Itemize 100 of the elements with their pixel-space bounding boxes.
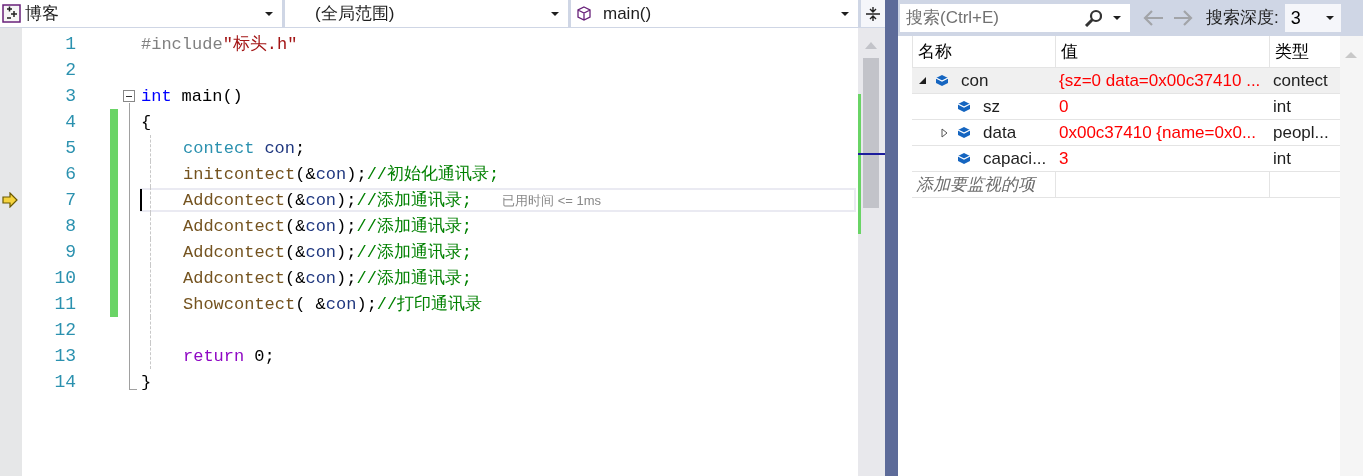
code-token: }: [141, 372, 152, 394]
cube-icon: [577, 6, 591, 21]
scrollbar-thumb[interactable]: [863, 58, 879, 208]
code-token: #include: [141, 34, 223, 56]
line-number: 2: [64, 58, 76, 82]
code-token: (&: [285, 216, 306, 238]
code-token: Addcontect: [183, 216, 286, 238]
variable-icon: [957, 126, 971, 139]
code-token: initcontect: [183, 164, 296, 186]
watch-row[interactable]: sz 0 int: [912, 94, 1340, 120]
line-number: 8: [64, 214, 76, 238]
code-token: 0;: [254, 346, 275, 368]
code-token: {: [141, 112, 152, 134]
code-token: main(): [181, 86, 243, 108]
variable-name: data: [983, 121, 1017, 144]
line-number: 6: [64, 162, 76, 186]
variable-type: peopl...: [1272, 121, 1330, 144]
search-field[interactable]: 搜索(Ctrl+E): [900, 4, 1130, 32]
line-number: 12: [53, 318, 76, 342]
text-cursor: [140, 189, 142, 211]
watch-row[interactable]: capaci... 3 int: [912, 146, 1340, 172]
back-arrow-icon: [1142, 9, 1166, 27]
variable-value: 0: [1058, 95, 1070, 118]
search-icon: [1084, 9, 1102, 27]
variable-type: contect: [1272, 69, 1329, 92]
elapsed-time-hint: 已用时间 <= 1ms: [502, 192, 602, 210]
code-token: (&: [295, 164, 316, 186]
expanded-arrow-icon[interactable]: [918, 76, 927, 85]
scroll-up-icon: [1344, 50, 1358, 59]
code-token: Addcontect: [183, 190, 286, 212]
scroll-up-icon: [864, 40, 878, 50]
caret-icon: [264, 10, 274, 18]
line-number: 11: [53, 292, 76, 316]
caret-icon: [1112, 14, 1122, 22]
code-token: ;: [295, 138, 306, 160]
collapse-toggle[interactable]: [123, 90, 135, 102]
caret-position-marker: [858, 153, 885, 155]
code-token: );: [336, 268, 357, 290]
code-token: //添加通讯录;: [356, 190, 473, 212]
code-token: "标头.h": [222, 34, 298, 56]
line-number: 10: [53, 266, 76, 290]
code-token: (&: [285, 190, 306, 212]
dropdown[interactable]: main(): [571, 0, 858, 27]
code-token: //添加通讯录;: [356, 268, 473, 290]
line-number: 14: [53, 370, 76, 394]
current-statement-arrow-icon: [2, 192, 18, 208]
code-token: contect: [183, 138, 255, 160]
collapsed-arrow-icon[interactable]: [940, 127, 949, 138]
depth-dropdown[interactable]: 3: [1284, 4, 1341, 32]
variable-icon: [957, 100, 971, 113]
project-icon: [2, 4, 21, 23]
code-token: return: [183, 346, 245, 368]
variable-icon: [957, 152, 971, 165]
code-token: );: [346, 164, 367, 186]
add-watch-item[interactable]: 添加要监视的项: [912, 172, 1055, 197]
code-token: (&: [285, 242, 306, 264]
code-token: );: [336, 242, 357, 264]
variable-name: capaci...: [983, 147, 1047, 170]
variable-value: 0x00c37410 {name=0x0...: [1058, 121, 1258, 144]
code-token: ( &: [295, 294, 326, 316]
variable-name: sz: [983, 95, 1000, 118]
code-token: Addcontect: [183, 268, 286, 290]
column-header[interactable]: 名称: [912, 36, 1055, 67]
watch-row[interactable]: con {sz=0 data=0x00c37410 ... contect: [912, 68, 1340, 94]
line-number: 4: [64, 110, 76, 134]
code-token: (&: [285, 268, 306, 290]
code-token: //初始化通讯录;: [366, 164, 500, 186]
line-number: 9: [64, 240, 76, 264]
variable-type: int: [1272, 147, 1292, 170]
variable-icon: [935, 74, 949, 87]
code-token: con: [315, 164, 347, 186]
code-token: con: [305, 190, 337, 212]
line-number: 3: [64, 84, 76, 108]
code-token: //打印通讯录: [376, 294, 483, 316]
code-token: con: [325, 294, 357, 316]
variable-type: int: [1272, 95, 1292, 118]
column-header[interactable]: 值: [1055, 36, 1269, 67]
line-number: 1: [64, 32, 76, 56]
line-number: 13: [53, 344, 76, 368]
code-token: //添加通讯录;: [356, 242, 473, 264]
split-icon: [865, 5, 881, 22]
code-token: );: [356, 294, 377, 316]
variable-value: {sz=0 data=0x00c37410 ...: [1058, 69, 1262, 92]
caret-icon: [840, 10, 850, 18]
dropdown[interactable]: 博客: [0, 0, 282, 27]
line-number: 7: [64, 188, 76, 212]
code-token: Addcontect: [183, 242, 286, 264]
code-token: con: [305, 268, 337, 290]
code-token: con: [305, 216, 337, 238]
search-depth-label: 搜索深度:: [1206, 7, 1279, 30]
split-button[interactable]: [861, 0, 885, 27]
code-token: );: [336, 216, 357, 238]
watch-row[interactable]: data 0x00c37410 {name=0x0... peopl...: [912, 120, 1340, 146]
code-token: con: [264, 138, 296, 160]
code-token: //添加通讯录;: [356, 216, 473, 238]
code-token: );: [336, 190, 357, 212]
variable-value: 3: [1058, 147, 1070, 170]
code-token: con: [305, 242, 337, 264]
code-token: int: [141, 86, 172, 108]
dropdown[interactable]: (全局范围): [285, 0, 568, 27]
